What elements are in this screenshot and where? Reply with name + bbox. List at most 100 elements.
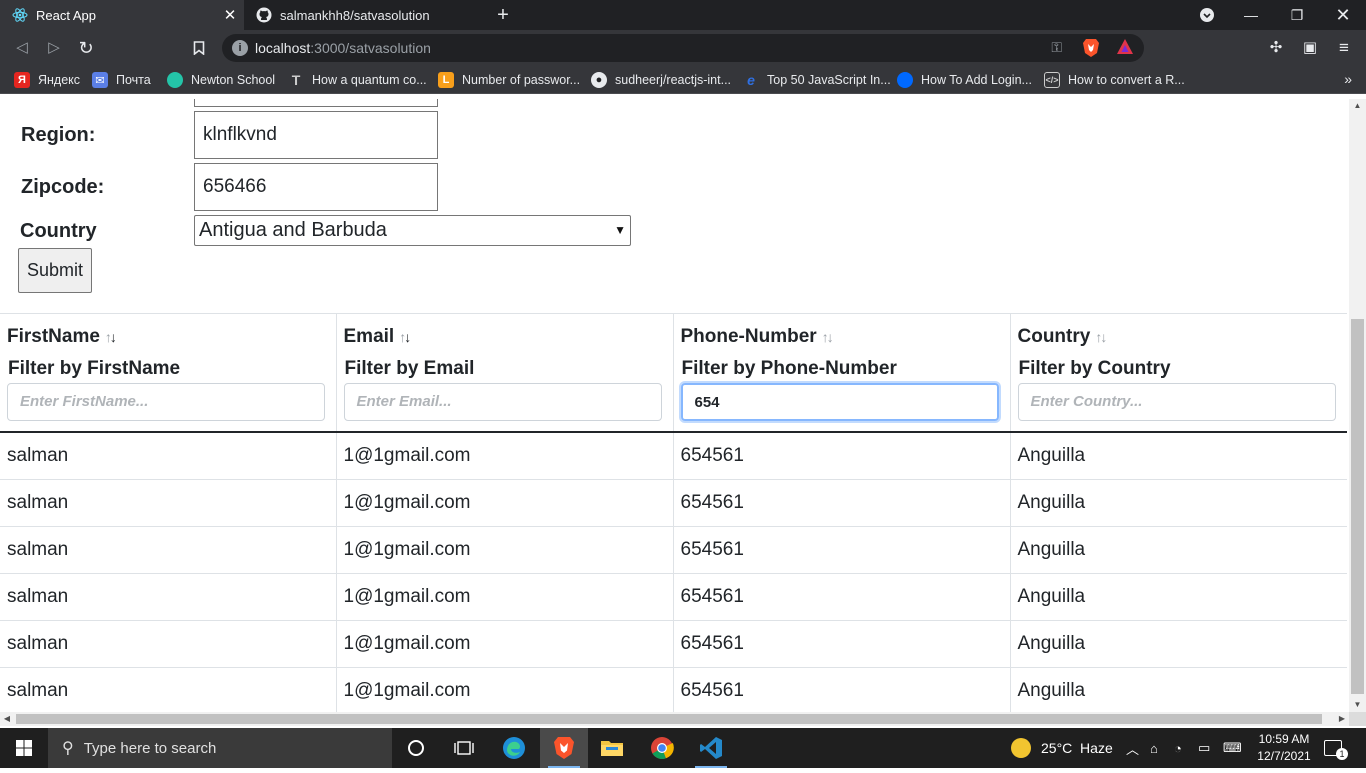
weather-text: 25°C Haze [1041,740,1113,756]
bookmark-icon[interactable] [187,36,211,60]
chrome-icon[interactable] [638,728,686,768]
sort-header-email[interactable]: Email ↑↓ [344,326,666,348]
vertical-scrollbar[interactable]: ▲ ▼ [1349,99,1366,712]
bookmark-login[interactable]: How To Add Login... [897,71,1032,89]
back-icon[interactable]: ◁ [10,36,34,60]
weather-widget[interactable]: 25°C Haze [1011,728,1113,768]
forward-icon[interactable]: ▷ [42,36,66,60]
zipcode-input[interactable]: 656466 [194,163,438,211]
newton-icon [167,72,183,88]
cortana-icon[interactable] [392,728,440,768]
system-clock[interactable]: 10:59 AM 12/7/2021 [1252,731,1316,765]
sort-header-country[interactable]: Country ↑↓ [1018,326,1341,348]
scroll-down-icon[interactable]: ▼ [1349,698,1366,712]
column-header-firstname: FirstName ↑↓ Filter by FirstName Enter Fi… [0,313,337,433]
country-select[interactable]: Antigua and Barbuda ▼ [194,215,631,246]
close-tab-icon[interactable]: ✕ [220,6,240,24]
bookmark-label: Яндекс [38,73,81,87]
digitalocean-icon [897,72,913,88]
keyboard-icon[interactable]: ⌨ [1223,728,1242,768]
cell-phone: 654561 [673,479,1011,527]
sort-header-firstname[interactable]: FirstName ↑↓ [7,326,329,348]
region-input[interactable]: klnflkvnd [194,111,438,159]
close-window-icon[interactable]: ✕ [1320,0,1366,30]
filter-firstname-input[interactable]: Enter FirstName... [7,383,325,421]
tab-github[interactable]: salmankhh8/satvasolution [244,0,482,30]
restore-icon[interactable]: ❐ [1274,0,1320,30]
sort-arrows-icon[interactable]: ↑↓ [399,329,411,345]
show-hidden-icons-icon[interactable]: ︿ [1126,728,1139,768]
vscode-icon[interactable] [687,728,735,768]
brave-shields-icon[interactable] [1082,38,1100,58]
search-placeholder: Type here to search [83,739,217,757]
menu-icon[interactable]: ≡ [1332,36,1356,60]
wifi-icon[interactable]: ◔ [1174,728,1182,768]
tab-search-icon[interactable] [1184,0,1230,30]
table-row: salman 1@1gmail.com 654561 Anguilla [0,573,1347,621]
filter-email-input[interactable]: Enter Email... [343,383,662,421]
key-icon[interactable]: ⚿ [1051,39,1062,56]
submit-button[interactable]: Submit [18,248,92,293]
bookmark-label: Top 50 JavaScript In... [767,73,891,87]
brave-rewards-icon[interactable] [1116,38,1134,58]
cell-firstname: salman [0,620,337,668]
sort-arrows-icon[interactable]: ↑↓ [822,329,834,345]
bookmark-javascript[interactable]: e Top 50 JavaScript In... [743,71,891,89]
edge-icon[interactable] [490,728,538,768]
chevron-right-icon[interactable]: » [1344,71,1352,87]
code-icon: </> [1044,72,1060,88]
table-row: salman 1@1gmail.com 654561 Anguilla [0,620,1347,668]
cell-email: 1@1gmail.com [336,432,674,480]
new-tab-button[interactable]: + [492,4,514,26]
extensions-icon[interactable]: ✣ [1264,36,1288,60]
horizontal-scroll-thumb[interactable] [16,714,1322,724]
scroll-up-icon[interactable]: ▲ [1349,99,1366,113]
bookmark-convert[interactable]: </> How to convert a R... [1044,71,1185,89]
meet-now-icon[interactable]: ⌂ [1150,728,1158,768]
bookmark-quantum[interactable]: T How a quantum co... [288,71,427,89]
clock-time: 10:59 AM [1258,732,1310,746]
task-view-icon[interactable] [440,728,488,768]
minimize-icon[interactable]: — [1228,0,1274,30]
bookmark-yandex[interactable]: Я Яндекс [14,71,80,89]
horizontal-scrollbar[interactable]: ◀ ▶ [0,712,1349,726]
bookmark-sudheerj[interactable]: ● sudheerj/reactjs-int... [591,71,731,89]
table-header-row: FirstName ↑↓ Filter by FirstName Enter Fi… [0,313,1347,433]
column-title: FirstName [7,326,100,347]
site-info-icon[interactable]: i [232,40,248,56]
vertical-scroll-thumb[interactable] [1351,319,1364,694]
filter-country-input[interactable]: Enter Country... [1017,383,1336,421]
battery-icon[interactable]: ▭ [1198,728,1210,768]
cell-firstname: salman [0,573,337,621]
table-row: salman 1@1gmail.com 654561 Anguilla [0,432,1347,480]
column-header-phone: Phone-Number ↑↓ Filter by Phone-Number 65… [673,313,1011,433]
tab-title: salmankhh8/satvasolution [280,7,430,23]
wallet-icon[interactable]: ▣ [1298,36,1322,60]
bookmark-mail[interactable]: ✉ Почта [92,71,151,89]
sort-arrows-icon[interactable]: ↑↓ [1095,329,1107,345]
sort-header-phone[interactable]: Phone-Number ↑↓ [681,326,1003,348]
address-bar[interactable]: i localhost:3000/satvasolution ⚿ [222,34,1144,62]
scroll-left-icon[interactable]: ◀ [0,712,14,726]
taskbar-search-box[interactable]: ⚲ Type here to search [48,728,392,768]
url-text: localhost:3000/satvasolution [255,40,431,56]
bookmark-label: How To Add Login... [921,73,1032,87]
start-button[interactable] [0,728,48,768]
windows-logo-icon [16,740,32,756]
notifications-icon[interactable]: 1 [1324,728,1354,768]
scroll-right-icon[interactable]: ▶ [1335,712,1349,726]
bookmark-label: sudheerj/reactjs-int... [615,73,732,87]
sort-arrows-icon[interactable]: ↑↓ [105,329,117,345]
scrollbar-corner [1349,712,1366,726]
bookmark-newton[interactable]: Newton School [167,71,275,89]
cell-firstname: salman [0,432,337,480]
brave-browser-icon[interactable] [540,728,588,768]
file-explorer-icon[interactable] [588,728,636,768]
reload-icon[interactable]: ↻ [74,36,98,60]
table-row: salman 1@1gmail.com 654561 Anguilla [0,667,1347,712]
filter-phone-input[interactable]: 654 [680,383,999,421]
previous-field-input[interactable] [194,99,438,107]
bookmark-passwords[interactable]: L Number of passwor... [438,71,580,89]
tab-react-app[interactable]: React App ✕ [0,0,244,30]
browser-toolbar: ◁ ▷ ↻ i localhost:3000/satvasolution ⚿ ✣… [0,30,1366,66]
